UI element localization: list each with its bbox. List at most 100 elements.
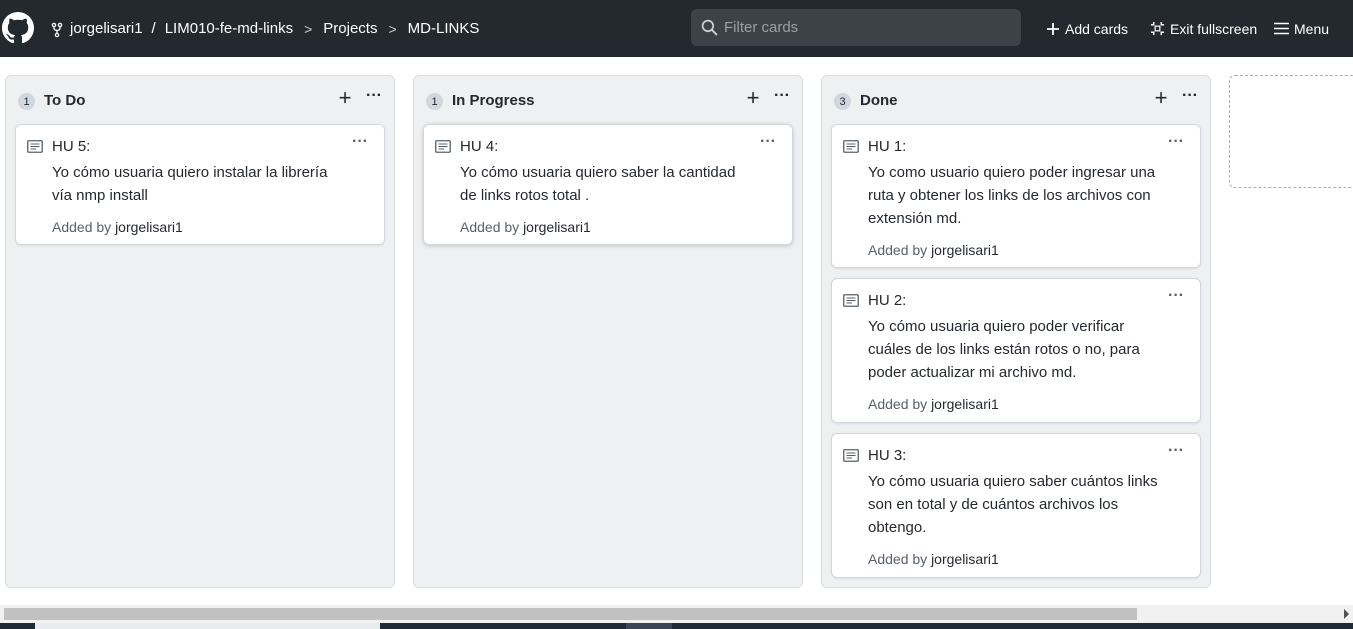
column-menu-kebab-icon[interactable]: ··· [365,88,383,108]
screen-normal-icon [1150,21,1165,36]
note-card[interactable]: HU 1: ··· Yo como usuario quiero poder i… [831,124,1201,268]
card-author-link[interactable]: jorgelisari1 [115,219,183,235]
horizontal-scrollbar[interactable] [0,605,1353,623]
add-card-plus-icon[interactable]: + [1152,87,1170,109]
owner-link[interactable]: jorgelisari1 [70,20,143,37]
search-icon [701,19,718,36]
card-body-line: cuáles de los links están rotos o no, pa… [868,341,1140,358]
card-added-by: Added by jorgelisari1 [868,551,999,567]
project-name-link[interactable]: MD-LINKS [408,20,480,37]
column-header: 1 To Do + ··· [6,76,394,124]
repo-forked-icon [51,22,63,37]
card-body-line: Yo cómo usuaria quiero saber la cantidad [460,164,736,181]
card-body-line: vía nmp install [52,187,148,204]
column-in-progress: 1 In Progress + ··· HU 4: ··· Yo cómo us… [413,75,803,588]
note-icon [843,140,859,153]
card-body-line: obtengo. [868,519,927,536]
card-menu-kebab-icon[interactable]: ··· [760,133,776,151]
note-card[interactable]: HU 2: ··· Yo cómo usuaria quiero poder v… [831,278,1201,423]
exit-fullscreen-label: Exit fullscreen [1170,20,1258,37]
repo-link[interactable]: LIM010-fe-md-links [165,20,293,37]
column-menu-kebab-icon[interactable]: ··· [1181,88,1199,108]
taskbar-segment [35,623,380,629]
project-board: 1 To Do + ··· HU 5: ··· Yo cómo usuaria … [0,57,1353,605]
card-body: Yo cómo usuaria quiero saber cuántos lin… [868,470,1168,539]
card-body: Yo cómo usuaria quiero saber la cantidad… [460,161,760,207]
menu-button[interactable]: Menu [1274,0,1329,57]
card-count-badge: 3 [834,93,851,110]
scroll-right-arrow-icon[interactable] [1344,609,1349,619]
card-body-line: Yo como usuario quiero poder ingresar un… [868,164,1156,181]
projects-link[interactable]: Projects [323,20,377,37]
add-cards-label: Add cards [1065,20,1129,37]
card-count-badge: 1 [18,93,35,110]
card-body-line: son en total y de cuántos archivos los [868,496,1119,513]
card-body-line: poder actualizar mi archivo md. [868,364,1077,381]
card-title: HU 3: [868,447,907,464]
note-card[interactable]: HU 5: ··· Yo cómo usuaria quiero instala… [15,124,385,245]
github-logo-icon[interactable] [2,12,34,44]
note-card[interactable]: HU 4: ··· Yo cómo usuaria quiero saber l… [423,124,793,245]
card-title: HU 1: [868,138,907,155]
note-icon [843,294,859,307]
column-menu-kebab-icon[interactable]: ··· [773,88,791,108]
filter-cards-input[interactable] [724,19,1014,36]
card-count-badge: 1 [426,93,443,110]
note-icon [27,140,43,153]
card-menu-kebab-icon[interactable]: ··· [1168,133,1184,151]
card-body-line: de links rotos total . [460,187,590,204]
card-title: HU 4: [460,138,499,155]
card-body-line: Yo cómo usuaria quiero poder verificar [868,318,1125,335]
menu-label: Menu [1294,20,1330,37]
taskbar-segment [626,623,672,629]
column-header: 3 Done + ··· [822,76,1210,124]
taskbar-strip [0,623,1353,629]
add-card-plus-icon[interactable]: + [336,87,354,109]
card-added-by: Added by jorgelisari1 [868,396,999,412]
added-by-prefix: Added by [868,396,928,412]
exit-fullscreen-button[interactable]: Exit fullscreen [1150,0,1257,57]
column-title: To Do [44,92,86,109]
scrollbar-thumb[interactable] [4,608,1137,620]
add-column-placeholder[interactable] [1229,75,1353,188]
column-title: In Progress [452,92,535,109]
top-header: jorgelisari1 / LIM010-fe-md-links > Proj… [0,0,1353,57]
card-title: HU 2: [868,292,907,309]
chevron-right-icon: > [388,20,397,37]
card-body-line: Yo cómo usuaria quiero saber cuántos lin… [868,473,1158,490]
added-by-prefix: Added by [868,242,928,258]
card-author-link[interactable]: jorgelisari1 [931,242,999,258]
card-added-by: Added by jorgelisari1 [52,219,183,235]
card-menu-kebab-icon[interactable]: ··· [352,133,368,151]
card-body-line: ruta y obtener los links de los archivos… [868,187,1151,204]
filter-cards-search[interactable] [691,9,1021,46]
note-icon [435,140,451,153]
card-added-by: Added by jorgelisari1 [460,219,591,235]
note-card[interactable]: HU 3: ··· Yo cómo usuaria quiero saber c… [831,433,1201,578]
breadcrumb: jorgelisari1 / LIM010-fe-md-links > Proj… [50,0,479,57]
card-title: HU 5: [52,138,91,155]
card-body: Yo como usuario quiero poder ingresar un… [868,161,1168,230]
plus-icon [1047,22,1059,35]
card-author-link[interactable]: jorgelisari1 [523,219,591,235]
chevron-right-icon: > [304,20,313,37]
hamburger-icon [1274,22,1289,35]
card-author-link[interactable]: jorgelisari1 [931,396,999,412]
add-card-plus-icon[interactable]: + [744,87,762,109]
card-body-line: Yo cómo usuaria quiero instalar la libre… [52,164,328,181]
card-menu-kebab-icon[interactable]: ··· [1168,442,1184,460]
card-added-by: Added by jorgelisari1 [868,242,999,258]
note-icon [843,449,859,462]
column-title: Done [860,92,898,109]
breadcrumb-separator: / [151,20,156,37]
card-body: Yo cómo usuaria quiero instalar la libre… [52,161,352,207]
add-cards-button[interactable]: Add cards [1046,0,1128,57]
column-done: 3 Done + ··· HU 1: ··· Yo como usuario q… [821,75,1211,588]
card-menu-kebab-icon[interactable]: ··· [1168,287,1184,305]
added-by-prefix: Added by [868,551,928,567]
column-to-do: 1 To Do + ··· HU 5: ··· Yo cómo usuaria … [5,75,395,588]
card-body: Yo cómo usuaria quiero poder verificar c… [868,315,1168,384]
added-by-prefix: Added by [460,219,520,235]
added-by-prefix: Added by [52,219,112,235]
card-author-link[interactable]: jorgelisari1 [931,551,999,567]
